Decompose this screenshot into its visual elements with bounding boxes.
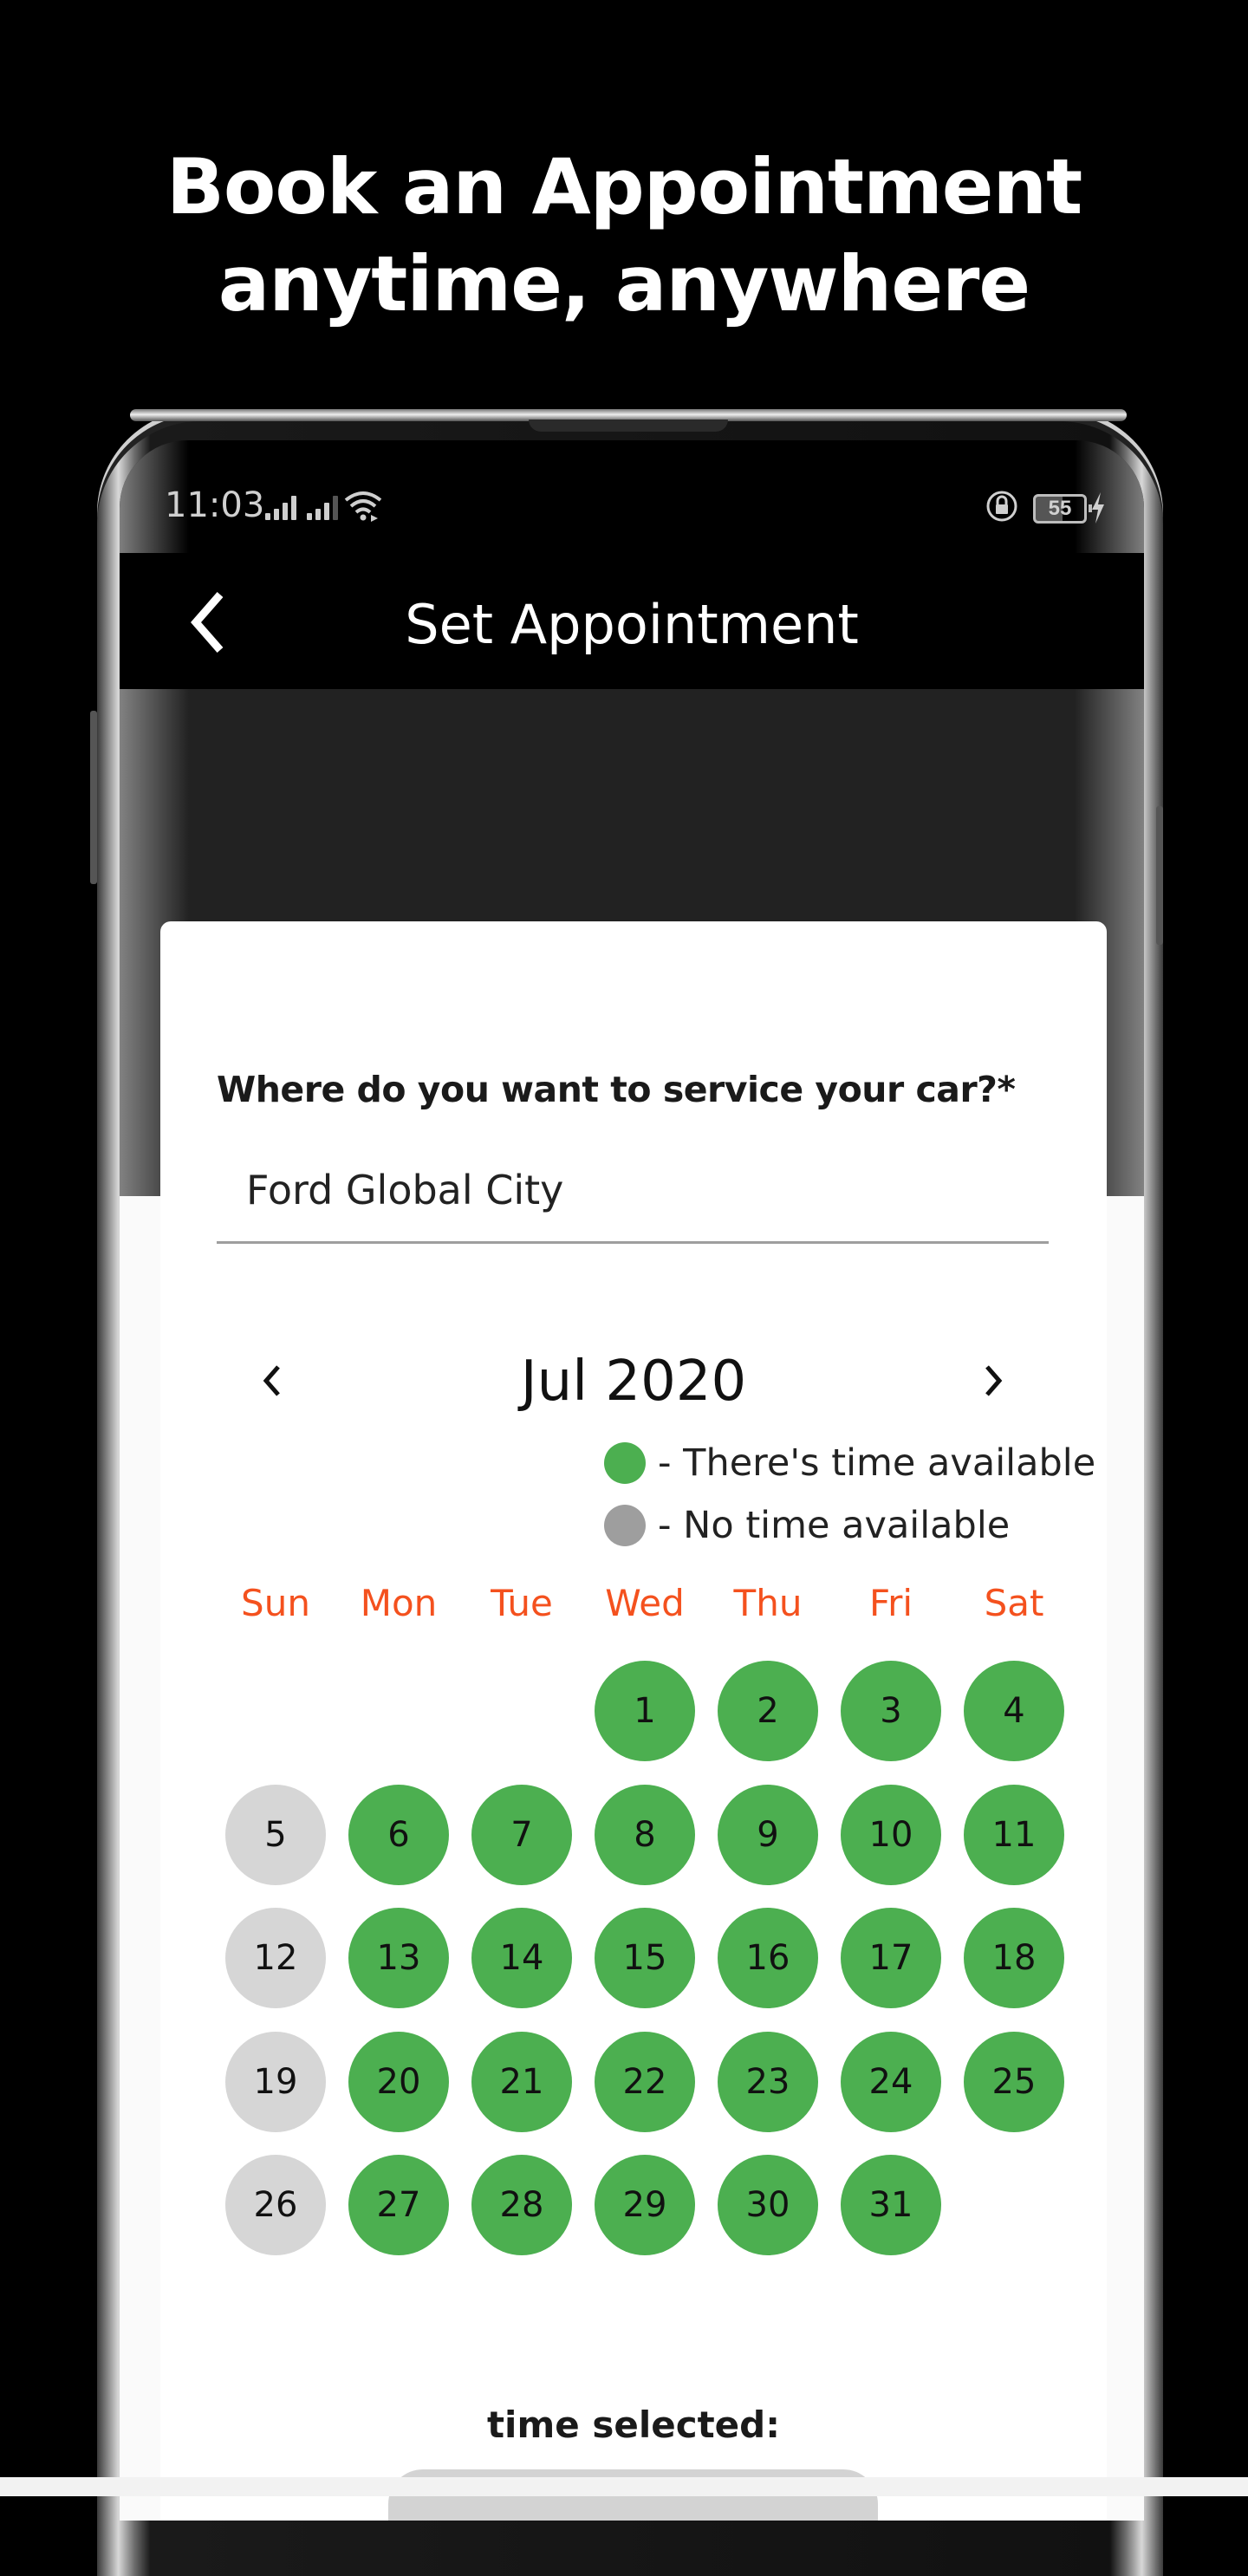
calendar-day[interactable]: 7 (471, 1784, 572, 1885)
appointment-card: Where do you want to service your car?* … (160, 921, 1107, 2521)
calendar-day[interactable]: 10 (841, 1784, 941, 1885)
calendar-day[interactable]: 14 (471, 1908, 572, 2008)
calendar-day[interactable]: 24 (841, 2031, 941, 2132)
calendar-day[interactable]: 4 (964, 1661, 1064, 1761)
calendar-day[interactable]: 6 (348, 1784, 449, 1885)
calendar-day[interactable]: 17 (841, 1908, 941, 2008)
next-month-button[interactable] (966, 1355, 1018, 1407)
available-dot-icon (604, 1442, 646, 1484)
phone-screen: 11:03 55 Set Appointment Where do you wa… (120, 440, 1144, 2521)
calendar-day[interactable]: 19 (225, 2031, 326, 2132)
calendar-day[interactable]: 3 (841, 1661, 941, 1761)
calendar-day[interactable]: 2 (718, 1661, 818, 1761)
status-time: 11:03 (165, 485, 265, 525)
headline-line-2: anytime, anywhere (218, 239, 1030, 329)
calendar-day[interactable]: 30 (718, 2155, 818, 2255)
calendar-day[interactable]: 20 (348, 2031, 449, 2132)
calendar-day[interactable]: 11 (964, 1784, 1064, 1885)
headline-line-1: Book an Appointment (166, 142, 1082, 231)
unavailable-dot-icon (604, 1505, 646, 1546)
calendar-day[interactable]: 16 (718, 1908, 818, 2008)
location-input[interactable] (217, 1138, 1049, 1244)
month-label: Jul 2020 (520, 1350, 747, 1414)
calendar-day[interactable]: 13 (348, 1908, 449, 2008)
phone-side-button (1156, 806, 1163, 945)
calendar-day[interactable]: 8 (595, 1784, 695, 1885)
calendar-day[interactable]: 5 (225, 1784, 326, 1885)
status-bar: 11:03 55 (120, 484, 1144, 532)
calendar-day[interactable]: 18 (964, 1908, 1064, 2008)
page-title: Set Appointment (405, 593, 859, 656)
weekday-wed: Wed (605, 1582, 685, 1624)
weekday-thu: Thu (733, 1582, 803, 1624)
weekday-sun: Sun (241, 1582, 310, 1624)
phone-speaker (529, 420, 728, 432)
signal-icon (307, 496, 341, 520)
time-selected-label: time selected: (486, 2404, 781, 2446)
calendar-day[interactable]: 15 (595, 1908, 695, 2008)
chevron-right-icon (985, 1365, 1003, 1396)
phone-side-button (90, 711, 97, 884)
weekday-sat: Sat (984, 1582, 1044, 1624)
location-label: Where do you want to service your car?* (217, 1069, 1016, 1110)
app-bar: Set Appointment (120, 553, 1144, 689)
signal-icon (265, 496, 300, 520)
weekday-fri: Fri (868, 1582, 913, 1624)
calendar-day[interactable]: 23 (718, 2031, 818, 2132)
legend-label: - There's time available (658, 1441, 1096, 1485)
calendar-day[interactable]: 21 (471, 2031, 572, 2132)
bottom-edge (0, 2477, 1248, 2496)
legend-available: - There's time available (604, 1441, 1095, 1485)
weekday-mon: Mon (360, 1582, 438, 1624)
promo-headline: Book an Appointment anytime, anywhere (0, 139, 1248, 333)
calendar-day[interactable]: 31 (841, 2155, 941, 2255)
legend-unavailable: - No time available (604, 1504, 1010, 1547)
calendar-day[interactable]: 25 (964, 2031, 1064, 2132)
calendar-day[interactable]: 12 (225, 1908, 326, 2008)
calendar-day[interactable]: 27 (348, 2155, 449, 2255)
calendar-day[interactable]: 29 (595, 2155, 695, 2255)
calendar-day[interactable]: 9 (718, 1784, 818, 1885)
rotation-lock-icon (986, 491, 1017, 522)
battery-icon: 55 (1033, 494, 1092, 524)
charging-icon (1092, 492, 1104, 524)
calendar-day[interactable]: 26 (225, 2155, 326, 2255)
calendar-day[interactable]: 28 (471, 2155, 572, 2255)
legend-label: - No time available (658, 1504, 1011, 1547)
weekday-tue: Tue (491, 1582, 553, 1624)
calendar-day[interactable]: 1 (595, 1661, 695, 1761)
calendar-day[interactable]: 22 (595, 2031, 695, 2132)
wifi-icon (344, 491, 382, 522)
